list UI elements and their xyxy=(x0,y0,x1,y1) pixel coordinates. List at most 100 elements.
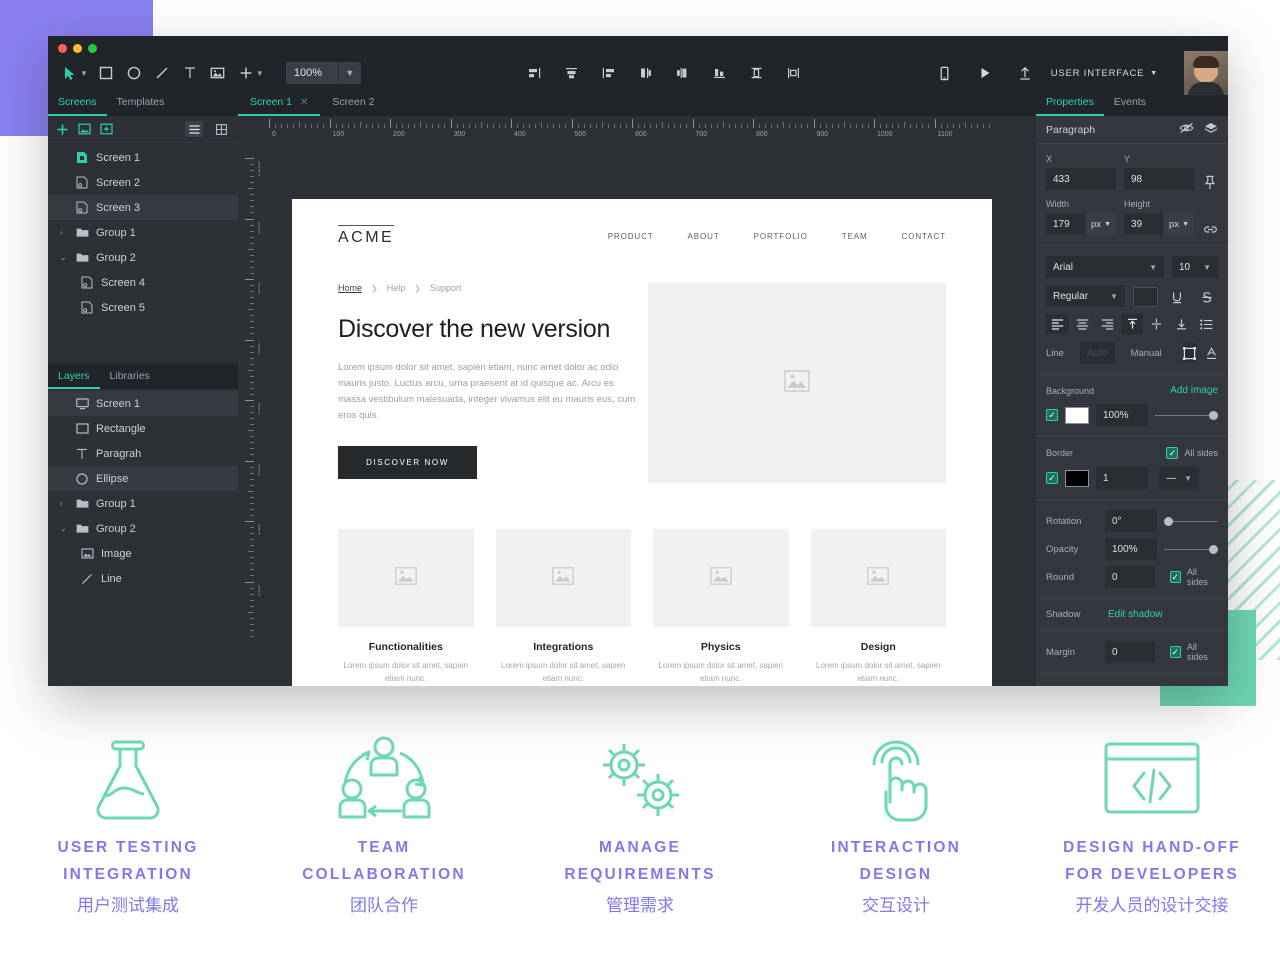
zoom-control[interactable]: 100% ▼ xyxy=(285,62,361,84)
border-style-select[interactable]: — ▼ xyxy=(1159,467,1199,489)
tree-item-screen-4[interactable]: Screen 4 xyxy=(48,270,238,295)
layers-tree[interactable]: Screen 1 Rectangle Paragrah Ellipse › Group 1… xyxy=(48,389,238,686)
add-screen-icon[interactable] xyxy=(56,123,69,136)
design-logo[interactable]: ACME xyxy=(338,225,395,247)
align-left-icon[interactable] xyxy=(521,59,549,87)
border-width-input[interactable]: 1 xyxy=(1096,467,1148,489)
card-image-placeholder[interactable] xyxy=(338,529,474,627)
breadcrumb[interactable]: Home ❯ Help ❯ Support xyxy=(338,283,638,293)
tab-templates[interactable]: Templates xyxy=(107,90,175,116)
tab-libraries[interactable]: Libraries xyxy=(100,364,160,389)
tree-item-rectangle[interactable]: Rectangle xyxy=(48,416,238,441)
border-enabled-checkbox[interactable]: ✓ xyxy=(1046,472,1058,484)
line-tool-icon[interactable] xyxy=(148,59,176,87)
user-avatar[interactable] xyxy=(1184,51,1228,95)
design-hero-image-placeholder[interactable] xyxy=(648,283,946,483)
opacity-input[interactable]: 100% xyxy=(1105,538,1157,560)
image-tool-icon[interactable] xyxy=(204,59,232,87)
align-top-icon[interactable] xyxy=(780,59,808,87)
slider-knob[interactable] xyxy=(1209,410,1218,420)
background-opacity-input[interactable]: 100% xyxy=(1096,404,1148,426)
tree-item-paragrah[interactable]: Paragrah xyxy=(48,441,238,466)
canvas-area[interactable]: Screen 1 ✕ Screen 2 0 100 200 300 400 500 600 7… xyxy=(238,90,1036,686)
align-text-right-button[interactable] xyxy=(1096,314,1119,334)
design-nav-item-product[interactable]: PRODUCT xyxy=(608,232,654,241)
align-middle-vertical-icon[interactable] xyxy=(743,59,771,87)
vertical-ruler[interactable]: 1000 900 800 700 600 500 400 300 xyxy=(238,136,260,686)
add-tool-chevron-down-icon[interactable]: ▼ xyxy=(256,69,264,78)
align-text-bottom-button[interactable] xyxy=(1170,314,1193,334)
design-nav-item-contact[interactable]: CONTACT xyxy=(902,232,946,241)
project-type-chevron-down-icon[interactable]: ▼ xyxy=(1150,70,1158,77)
background-color-swatch[interactable] xyxy=(1065,406,1089,424)
tree-item-line[interactable]: Line xyxy=(48,566,238,591)
tree-item-screen-1[interactable]: Screen 1 xyxy=(48,145,238,170)
width-input[interactable]: 179 xyxy=(1046,213,1086,235)
width-unit-select[interactable]: px ▼ xyxy=(1086,213,1116,235)
maximize-window-button[interactable] xyxy=(88,44,97,53)
tree-folder-group-2[interactable]: ⌄ Group 2 xyxy=(48,516,238,541)
pointer-tool-chevron-down-icon[interactable]: ▼ xyxy=(80,69,88,78)
link-aspect-ratio-icon[interactable] xyxy=(1202,224,1218,235)
distribute-horizontal-icon[interactable] xyxy=(632,59,660,87)
align-bottom-icon[interactable] xyxy=(706,59,734,87)
tree-folder-group-1[interactable]: › Group 1 xyxy=(48,220,238,245)
border-color-swatch[interactable] xyxy=(1065,469,1089,487)
discover-now-button[interactable]: DISCOVER NOW xyxy=(338,446,477,479)
bullet-list-button[interactable] xyxy=(1195,314,1218,334)
chevron-down-icon[interactable]: ⌄ xyxy=(60,524,68,533)
add-folder-icon[interactable] xyxy=(100,123,113,135)
design-nav-item-team[interactable]: TEAM xyxy=(842,232,868,241)
pin-icon[interactable] xyxy=(1202,175,1218,190)
align-text-middle-button[interactable] xyxy=(1145,314,1168,334)
tree-item-screen-3[interactable]: Screen 3 xyxy=(48,195,238,220)
breadcrumb-item-home[interactable]: Home xyxy=(338,283,362,293)
round-input[interactable]: 0 xyxy=(1105,566,1155,588)
border-all-sides-checkbox[interactable]: ✓ xyxy=(1166,447,1179,459)
play-preview-icon[interactable] xyxy=(971,59,999,87)
canvas-tab-screen-2[interactable]: Screen 2 xyxy=(320,90,386,116)
line-height-input[interactable]: Auto xyxy=(1080,342,1115,364)
zoom-value[interactable]: 100% xyxy=(286,62,338,84)
align-right-icon[interactable] xyxy=(595,59,623,87)
list-view-button[interactable] xyxy=(185,121,203,137)
grid-view-button[interactable] xyxy=(212,121,230,137)
add-image-link[interactable]: Add image xyxy=(1170,385,1218,396)
add-image-screen-icon[interactable] xyxy=(78,123,91,135)
design-nav-item-portfolio[interactable]: PORTFOLIO xyxy=(754,232,808,241)
design-nav[interactable]: PRODUCT ABOUT PORTFOLIO TEAM CONTACT xyxy=(608,232,946,241)
distribute-vertical-icon[interactable] xyxy=(669,59,697,87)
layers-stack-icon[interactable] xyxy=(1204,122,1218,138)
design-card[interactable]: Design Lorem ipsum dolor sit amet, sapien… xyxy=(810,529,946,685)
minimize-window-button[interactable] xyxy=(73,44,82,53)
text-underline-a-icon[interactable] xyxy=(1204,343,1218,363)
zoom-chevron-down-icon[interactable]: ▼ xyxy=(339,62,361,84)
breadcrumb-item-help[interactable]: Help xyxy=(387,283,406,293)
background-opacity-slider[interactable] xyxy=(1155,405,1218,425)
ellipse-tool-icon[interactable] xyxy=(120,59,148,87)
chevron-right-icon[interactable]: › xyxy=(60,228,68,237)
tree-item-screen-2[interactable]: Screen 2 xyxy=(48,170,238,195)
hide-eye-icon[interactable] xyxy=(1179,122,1194,138)
background-enabled-checkbox[interactable]: ✓ xyxy=(1046,409,1058,421)
breadcrumb-item-support[interactable]: Support xyxy=(430,283,462,293)
slider-knob[interactable] xyxy=(1209,544,1218,554)
slider-knob[interactable] xyxy=(1164,516,1173,526)
artboard-screen-1[interactable]: ACME PRODUCT ABOUT PORTFOLIO TEAM CONTACT Ho… xyxy=(292,199,992,686)
tree-item-image[interactable]: Image xyxy=(48,541,238,566)
font-family-select[interactable]: Arial ▼ xyxy=(1046,256,1164,278)
font-size-select[interactable]: 10 ▼ xyxy=(1172,256,1218,278)
tree-folder-group-2[interactable]: ⌄ Group 2 xyxy=(48,245,238,270)
rectangle-tool-icon[interactable] xyxy=(92,59,120,87)
export-upload-icon[interactable] xyxy=(1011,59,1039,87)
tab-screens[interactable]: Screens xyxy=(48,90,107,116)
text-color-swatch[interactable] xyxy=(1133,287,1158,307)
round-all-sides-checkbox[interactable]: ✓ xyxy=(1169,571,1181,583)
margin-all-sides-checkbox[interactable]: ✓ xyxy=(1169,646,1181,658)
rotation-slider[interactable] xyxy=(1164,511,1218,531)
card-image-placeholder[interactable] xyxy=(495,529,631,627)
rotation-input[interactable]: 0° xyxy=(1105,510,1157,532)
tab-layers[interactable]: Layers xyxy=(48,364,100,390)
height-unit-select[interactable]: px ▼ xyxy=(1164,213,1194,235)
tree-folder-group-1[interactable]: › Group 1 xyxy=(48,491,238,516)
